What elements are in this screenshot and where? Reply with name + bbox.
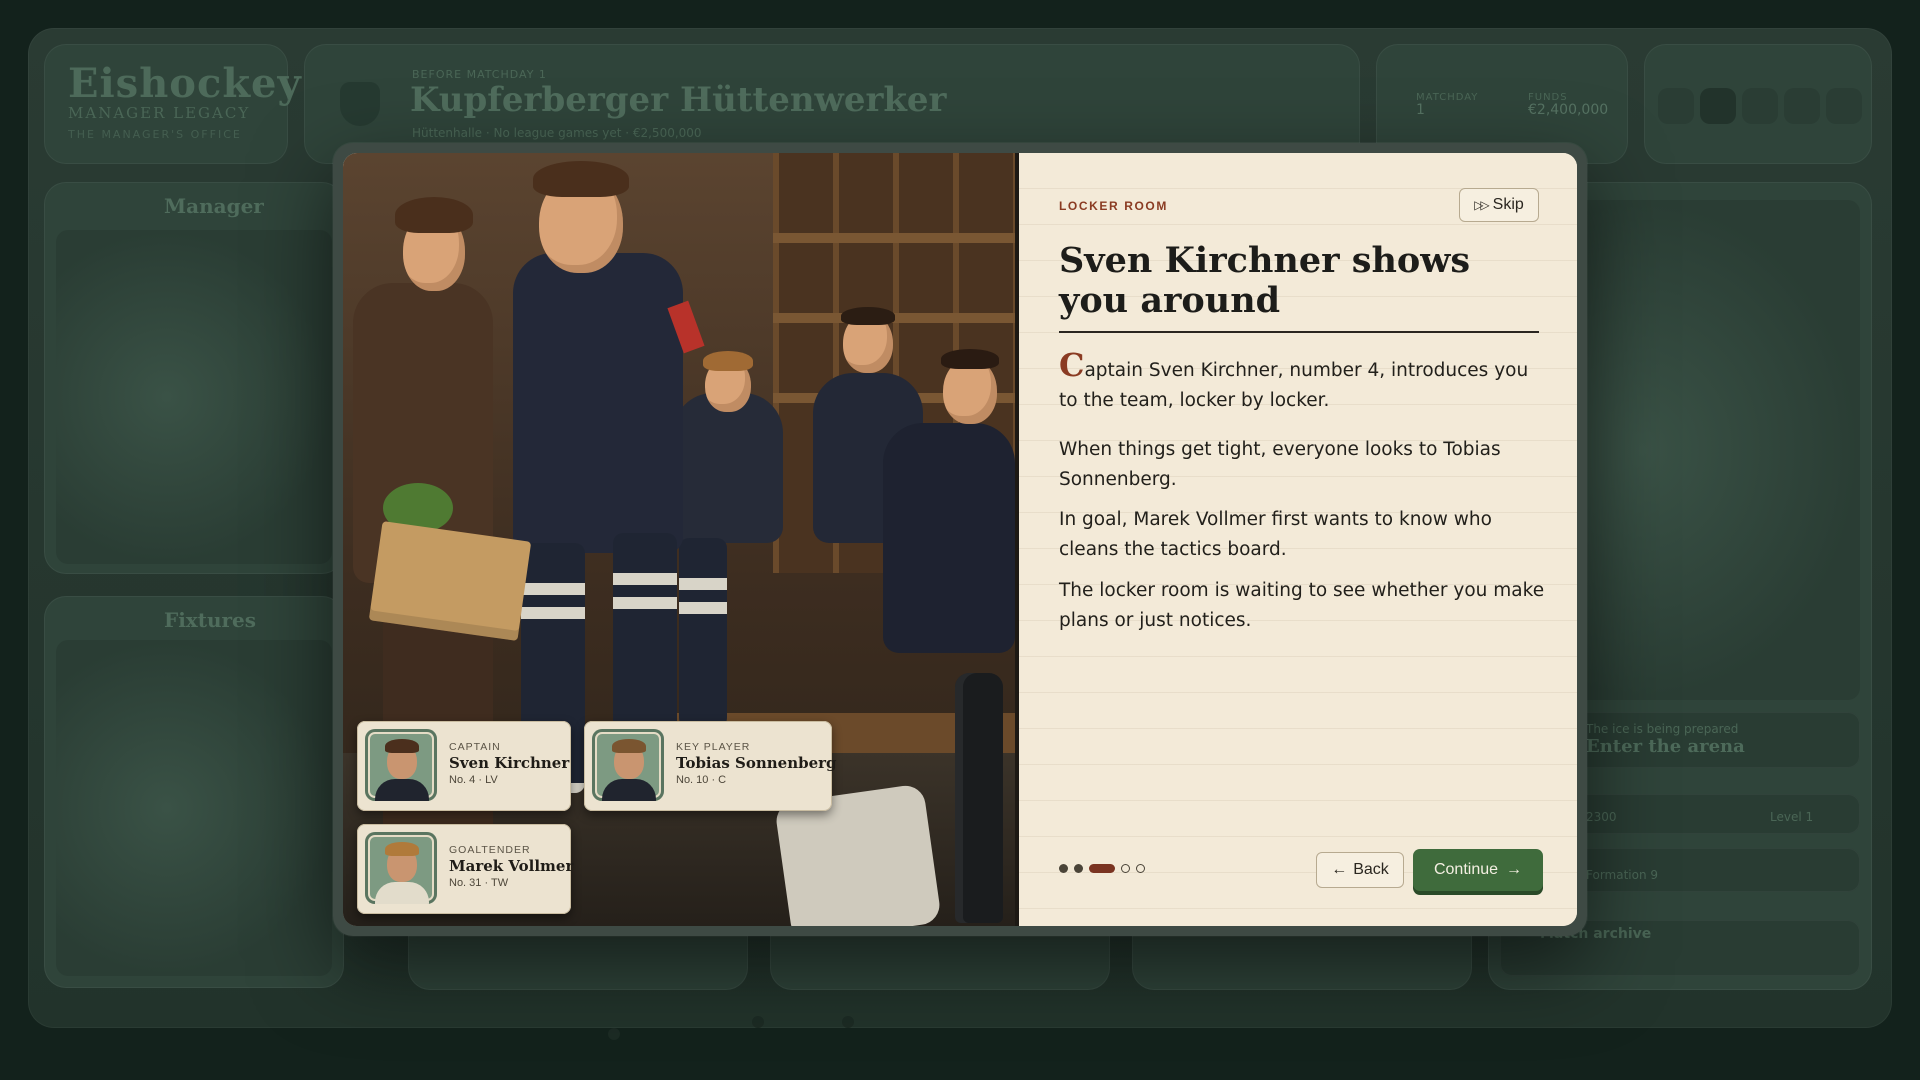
fixtures-card-title: Fixtures	[164, 608, 257, 632]
bearded-player-hair	[841, 307, 895, 325]
player-role: GOALTENDER	[449, 844, 531, 856]
seated-player-torso	[673, 393, 783, 543]
page-dot	[842, 1016, 854, 1028]
progress-dot	[1074, 864, 1083, 873]
bag-icon[interactable]	[1658, 88, 1694, 124]
fast-forward-icon: ▷▷	[1474, 198, 1490, 212]
continue-button[interactable]: Continue →	[1413, 849, 1543, 891]
progress-dot-active	[1089, 864, 1115, 873]
player-name: Marek Vollmer	[449, 857, 574, 875]
stat-matchday-value: 1	[1416, 102, 1425, 118]
continue-label: Continue	[1433, 861, 1499, 878]
player-card-captain[interactable]: CAPTAIN Sven Kirchner No. 4 · LV	[357, 721, 571, 811]
player-name: Tobias Sonnenberg	[676, 754, 837, 772]
gear-icon[interactable]	[1784, 88, 1820, 124]
page-dot	[752, 1016, 764, 1028]
locker-shelf	[773, 233, 1015, 243]
player-meta: No. 4 · LV	[449, 774, 498, 786]
manager-hair	[395, 197, 473, 233]
headline-rule	[1059, 331, 1539, 333]
progress-dots	[1059, 864, 1145, 873]
story-paragraph-1-text: aptain Sven Kirchner, number 4, introduc…	[1059, 360, 1529, 411]
home-icon[interactable]	[1700, 88, 1736, 124]
brand-subtitle: MANAGER LEGACY	[68, 104, 251, 122]
progress-dot	[1121, 864, 1130, 873]
player-meta: No. 31 · TW	[449, 877, 509, 889]
arena-title: Enter the arena	[1586, 736, 1745, 757]
progress-dot	[1136, 864, 1145, 873]
calendar-icon[interactable]	[1742, 88, 1778, 124]
manager-illustration	[56, 230, 332, 564]
drop-cap: C	[1059, 346, 1085, 384]
scene-eyebrow: LOCKER ROOM	[1059, 199, 1168, 213]
scene-headline: Sven Kirchner shows you around	[1059, 240, 1471, 321]
story-modal: CAPTAIN Sven Kirchner No. 4 · LV KEY PLA…	[343, 153, 1577, 926]
arena-hint: The ice is being prepared	[1586, 722, 1739, 736]
back-button[interactable]: ← Back	[1316, 852, 1404, 888]
seated-player-legs	[679, 538, 727, 728]
page-dot	[608, 1028, 620, 1040]
formation-row-label: Formation 9	[1586, 868, 1659, 882]
thinking-player-torso	[883, 423, 1015, 653]
player-role: KEY PLAYER	[676, 741, 751, 753]
captain-hair	[533, 161, 629, 197]
thinking-player-hair	[941, 349, 999, 369]
player-portrait	[592, 729, 664, 801]
manager-card-title: Manager	[164, 194, 264, 218]
story-paragraph-2: When things get tight, everyone looks to…	[1059, 439, 1501, 490]
brand-tagline: THE MANAGER'S OFFICE	[68, 128, 242, 141]
player-role: CAPTAIN	[449, 741, 501, 753]
info-row-a-right: Level 1	[1770, 810, 1814, 824]
stat-funds-value: €2,400,000	[1528, 102, 1609, 118]
locker-room-illustration: CAPTAIN Sven Kirchner No. 4 · LV KEY PLA…	[343, 153, 1015, 926]
info-row-a-left: 2300	[1586, 810, 1617, 824]
arrow-right-icon: →	[1506, 861, 1523, 878]
story-paragraph-4: The locker room is waiting to see whethe…	[1059, 580, 1545, 631]
team-name: Kupferberger Hüttenwerker	[410, 80, 947, 120]
team-meta: Hüttenhalle · No league games yet · €2,5…	[412, 126, 702, 140]
player-portrait	[365, 832, 437, 904]
player-card-goaltender[interactable]: GOALTENDER Marek Vollmer No. 31 · TW	[357, 824, 574, 914]
player-portrait	[365, 729, 437, 801]
skip-button[interactable]: ▷▷ Skip	[1459, 188, 1539, 222]
player-card-key-player[interactable]: KEY PLAYER Tobias Sonnenberg No. 10 · C	[584, 721, 837, 811]
stat-matchday-label: MATCHDAY	[1416, 92, 1479, 103]
story-panel: LOCKER ROOM ▷▷ Skip Sven Kirchner shows …	[1019, 153, 1577, 926]
player-meta: No. 10 · C	[676, 774, 727, 786]
fixtures-illustration	[56, 640, 332, 976]
story-paragraph-1: Captain Sven Kirchner, number 4, introdu…	[1059, 349, 1545, 416]
captain-torso	[513, 253, 683, 553]
arrow-left-icon: ←	[1331, 861, 1348, 878]
skip-label: Skip	[1492, 196, 1524, 213]
menu-icon[interactable]	[1826, 88, 1862, 124]
seated-player-hair	[703, 351, 753, 371]
progress-dot	[1059, 864, 1068, 873]
story-paragraph-3: In goal, Marek Vollmer first wants to kn…	[1059, 509, 1492, 560]
team-crest-icon	[340, 82, 380, 126]
player-name: Sven Kirchner	[449, 754, 570, 772]
water-bottle	[955, 673, 1003, 923]
brand-title: Eishockey	[68, 60, 302, 107]
cardboard-box	[368, 521, 532, 641]
back-label: Back	[1353, 861, 1389, 878]
